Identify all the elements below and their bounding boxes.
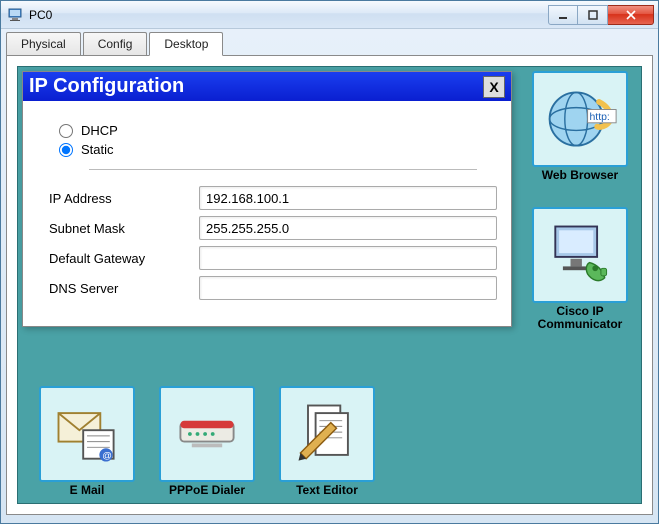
label-mask: Subnet Mask — [49, 221, 199, 236]
tab-content: http: Web Browser — [6, 55, 653, 515]
tab-bar: Physical Config Desktop — [1, 29, 658, 55]
radio-dhcp[interactable] — [59, 124, 73, 138]
dialog-close-button[interactable]: X — [483, 76, 505, 98]
row-ip: IP Address — [49, 186, 497, 210]
app-label: PPPoE Dialer — [152, 484, 262, 497]
text-editor-icon — [279, 386, 375, 482]
window-controls — [548, 5, 654, 25]
titlebar-left: PC0 — [7, 7, 52, 23]
dialog-title: IP Configuration — [29, 75, 184, 98]
row-mask: Subnet Mask — [49, 216, 497, 240]
radio-static[interactable] — [59, 143, 73, 157]
label-gateway: Default Gateway — [49, 251, 199, 266]
ip-config-dialog: IP Configuration X DHCP Static IP Addres… — [22, 71, 512, 327]
svg-text:http:: http: — [590, 112, 610, 123]
input-gateway[interactable] — [199, 246, 497, 270]
app-window: PC0 Physical Config Desktop — [0, 0, 659, 524]
desktop-area: http: Web Browser — [17, 66, 642, 504]
app-pppoe[interactable]: PPPoE Dialer — [152, 386, 262, 497]
titlebar: PC0 — [1, 1, 658, 29]
app-label: Web Browser — [525, 169, 635, 182]
label-dns: DNS Server — [49, 281, 199, 296]
tab-config[interactable]: Config — [83, 32, 148, 55]
row-gateway: Default Gateway — [49, 246, 497, 270]
phone-monitor-icon — [532, 207, 628, 303]
app-cisco-ip[interactable]: Cisco IP Communicator — [525, 207, 635, 331]
radio-dhcp-row[interactable]: DHCP — [59, 123, 497, 138]
maximize-button[interactable] — [578, 5, 608, 25]
separator — [89, 169, 477, 170]
web-browser-icon: http: — [532, 71, 628, 167]
svg-text:@: @ — [102, 451, 112, 462]
app-label: Text Editor — [272, 484, 382, 497]
tab-desktop[interactable]: Desktop — [149, 32, 223, 56]
app-label: E Mail — [32, 484, 142, 497]
radio-static-label: Static — [81, 142, 114, 157]
minimize-button[interactable] — [548, 5, 578, 25]
app-label: Cisco IP Communicator — [525, 305, 635, 331]
dialog-body: DHCP Static IP Address Subnet Mask — [23, 101, 511, 326]
tab-physical[interactable]: Physical — [6, 32, 81, 55]
input-ip[interactable] — [199, 186, 497, 210]
label-ip: IP Address — [49, 191, 199, 206]
input-dns[interactable] — [199, 276, 497, 300]
close-window-button[interactable] — [608, 5, 654, 25]
pc-icon — [7, 7, 23, 23]
app-web-browser[interactable]: http: Web Browser — [525, 71, 635, 182]
maximize-icon — [588, 10, 598, 20]
minimize-icon — [558, 10, 568, 20]
radio-dhcp-label: DHCP — [81, 123, 118, 138]
email-icon: @ — [39, 386, 135, 482]
modem-icon — [159, 386, 255, 482]
dialog-titlebar: IP Configuration X — [23, 72, 511, 101]
window-title: PC0 — [29, 8, 52, 22]
app-text-editor[interactable]: Text Editor — [272, 386, 382, 497]
app-email[interactable]: @ E Mail — [32, 386, 142, 497]
row-dns: DNS Server — [49, 276, 497, 300]
input-mask[interactable] — [199, 216, 497, 240]
close-icon — [625, 10, 637, 20]
radio-static-row[interactable]: Static — [59, 142, 497, 157]
